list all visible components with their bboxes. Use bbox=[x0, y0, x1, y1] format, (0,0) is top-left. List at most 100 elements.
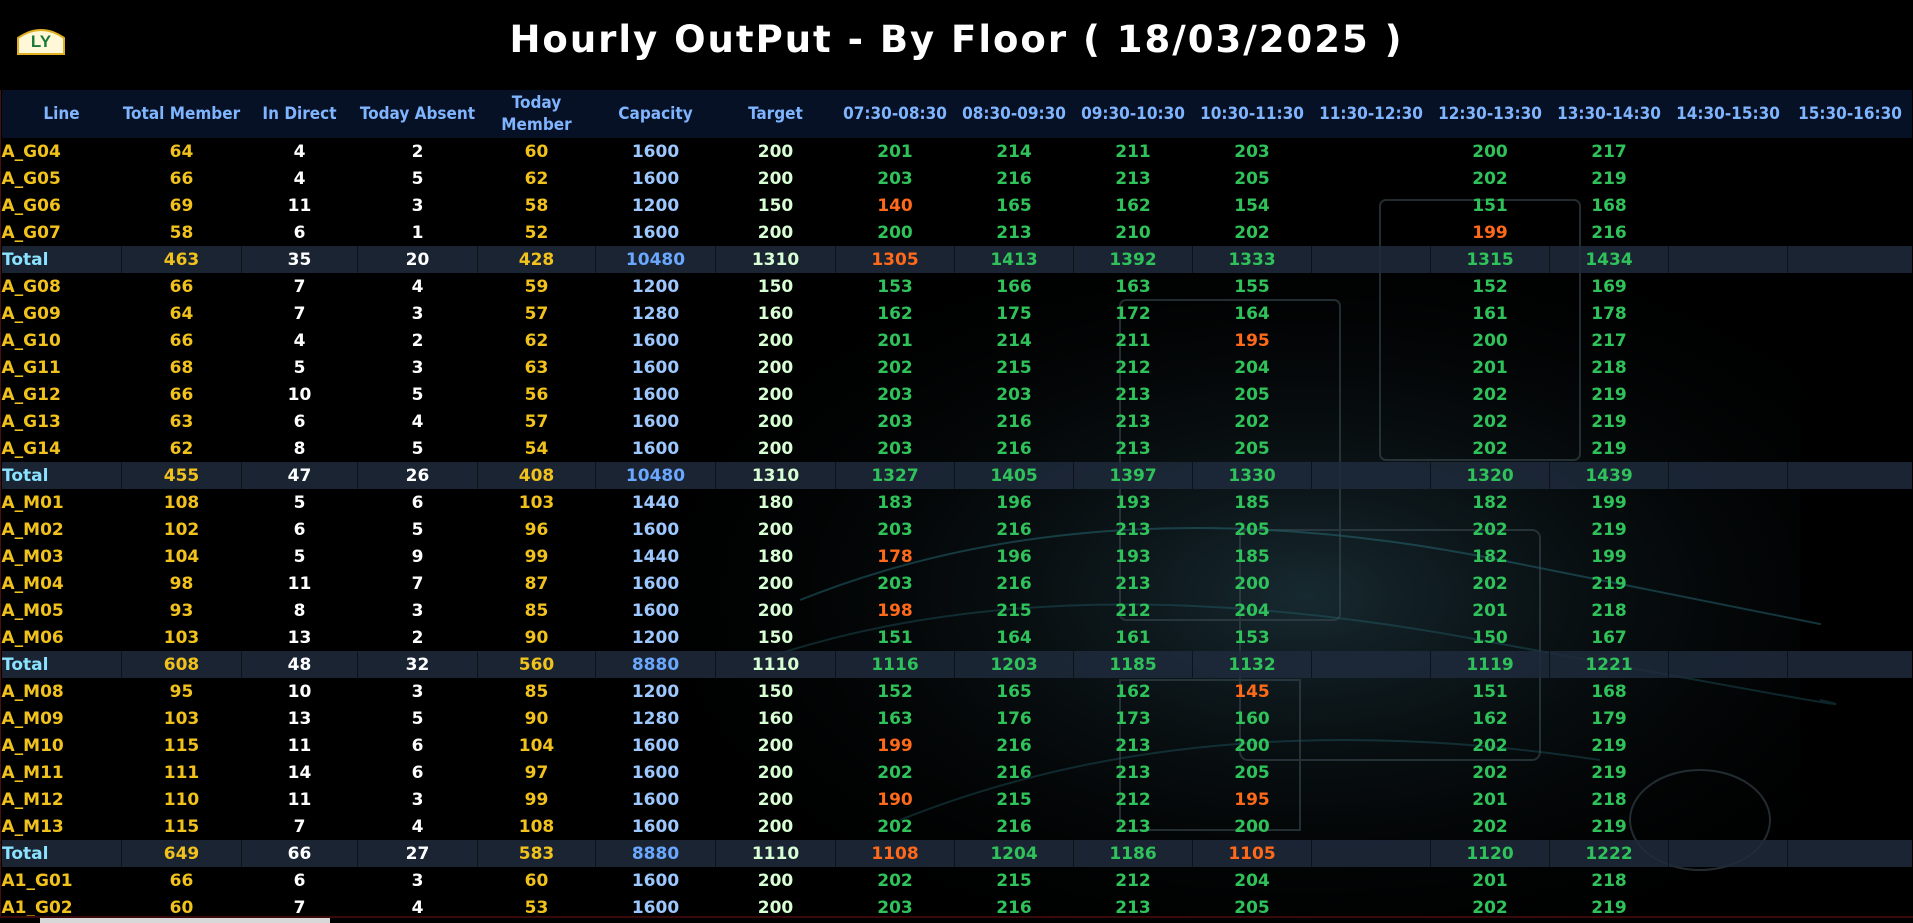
hourly-output-cell: 216 bbox=[1591, 222, 1627, 243]
line-cell: A_G07 bbox=[1, 222, 61, 243]
absent-cell: 5 bbox=[411, 384, 424, 405]
table-row: A_M02 102 6 5 96 1600 200 203 216 213 205 202 219 bbox=[2, 516, 1913, 543]
hourly-output-cell bbox=[1312, 732, 1431, 759]
hourly-output-cell bbox=[1669, 705, 1788, 732]
target-cell: 200 bbox=[757, 330, 794, 351]
hourly-output-cell: 182 bbox=[1472, 492, 1508, 513]
hourly-output-cell bbox=[1788, 597, 1913, 624]
hourly-output-cell: 163 bbox=[1115, 276, 1151, 297]
absent-cell: 5 bbox=[411, 168, 424, 189]
indirect-cell: 4 bbox=[293, 330, 306, 351]
total-member-cell: 463 bbox=[121, 246, 242, 273]
table-row: A_G07 58 6 1 52 1600 200 200 213 210 202 199 216 bbox=[2, 219, 1913, 246]
hourly-output-cell: 175 bbox=[996, 303, 1032, 324]
absent-cell: 3 bbox=[411, 870, 424, 891]
column-header: 11:30-12:30 bbox=[1311, 90, 1431, 138]
hourly-output-cell: 1330 bbox=[1192, 462, 1312, 489]
hourly-output-cell bbox=[1788, 300, 1913, 327]
horizontal-scrollbar-thumb[interactable] bbox=[40, 918, 330, 923]
hourly-output-cell bbox=[1312, 354, 1431, 381]
absent-cell: 4 bbox=[411, 411, 424, 432]
hourly-output-cell: 1405 bbox=[954, 462, 1074, 489]
total-row: Total 649 66 27 583 8880 1110 1108 1204 1186 1105 1… bbox=[1, 840, 1912, 867]
hourly-output-cell bbox=[1669, 786, 1788, 813]
today-member-cell: 90 bbox=[524, 627, 549, 648]
today-member-cell: 56 bbox=[524, 384, 549, 405]
hourly-output-cell: 202 bbox=[877, 816, 913, 837]
hourly-output-cell: 213 bbox=[1115, 816, 1151, 837]
column-header: 09:30-10:30 bbox=[1073, 90, 1193, 138]
hourly-output-cell bbox=[1668, 246, 1788, 273]
column-header: Capacity bbox=[595, 90, 716, 138]
total-member-cell: 111 bbox=[163, 762, 200, 783]
indirect-cell: 7 bbox=[293, 303, 306, 324]
absent-cell: 3 bbox=[411, 600, 424, 621]
target-cell: 1110 bbox=[715, 840, 836, 867]
today-member-cell: 60 bbox=[524, 141, 549, 162]
hourly-output-cell bbox=[1311, 246, 1431, 273]
capacity-cell: 1600 bbox=[631, 438, 680, 459]
hourly-output-cell: 152 bbox=[1472, 276, 1508, 297]
column-header: 08:30-09:30 bbox=[954, 90, 1074, 138]
today-member-cell: 87 bbox=[524, 573, 549, 594]
total-member-cell: 115 bbox=[163, 816, 200, 837]
hourly-output-cell: 202 bbox=[877, 357, 913, 378]
hourly-output-cell: 201 bbox=[1472, 600, 1508, 621]
hourly-output-cell: 1204 bbox=[954, 840, 1074, 867]
today-member-cell: 103 bbox=[518, 492, 555, 513]
hourly-output-cell: 213 bbox=[1115, 168, 1151, 189]
line-cell: A_G04 bbox=[1, 141, 61, 162]
hourly-output-cell: 201 bbox=[1472, 789, 1508, 810]
hourly-output-cell: 1119 bbox=[1430, 651, 1550, 678]
hourly-output-cell bbox=[1669, 759, 1788, 786]
total-member-cell: 95 bbox=[169, 681, 194, 702]
hourly-output-cell bbox=[1312, 867, 1431, 894]
hourly-output-cell bbox=[1669, 381, 1788, 408]
absent-cell: 1 bbox=[411, 222, 424, 243]
hourly-output-cell bbox=[1312, 219, 1431, 246]
capacity-cell: 1600 bbox=[631, 600, 680, 621]
line-cell: A_M03 bbox=[1, 546, 64, 567]
column-header: 07:30-08:30 bbox=[835, 90, 955, 138]
total-member-cell: 104 bbox=[163, 546, 200, 567]
hourly-output-cell: 1116 bbox=[835, 651, 955, 678]
hourly-output-cell: 202 bbox=[1472, 762, 1508, 783]
hourly-output-cell: 213 bbox=[1115, 897, 1151, 917]
absent-cell: 3 bbox=[411, 195, 424, 216]
indirect-cell: 13 bbox=[287, 708, 312, 729]
absent-cell: 32 bbox=[357, 651, 478, 678]
indirect-cell: 5 bbox=[293, 546, 306, 567]
hourly-output-cell bbox=[1669, 165, 1788, 192]
absent-cell: 20 bbox=[357, 246, 478, 273]
indirect-cell: 6 bbox=[293, 870, 306, 891]
today-member-cell: 108 bbox=[518, 816, 555, 837]
absent-cell: 3 bbox=[411, 789, 424, 810]
hourly-output-cell: 218 bbox=[1591, 357, 1627, 378]
hourly-output-cell bbox=[1788, 624, 1913, 651]
capacity-cell: 1600 bbox=[631, 816, 680, 837]
line-cell: A_G13 bbox=[1, 411, 61, 432]
line-cell: A_G09 bbox=[1, 303, 61, 324]
hourly-output-cell bbox=[1669, 894, 1788, 916]
table-row: A1_G02 60 7 4 53 1600 200 203 216 213 205 202 219 bbox=[2, 894, 1913, 917]
hourly-output-cell bbox=[1669, 300, 1788, 327]
total-member-cell: 66 bbox=[169, 384, 194, 405]
hourly-output-cell bbox=[1788, 813, 1913, 840]
target-cell: 150 bbox=[757, 195, 794, 216]
hourly-output-cell bbox=[1788, 489, 1913, 516]
hourly-output-cell: 205 bbox=[1234, 384, 1270, 405]
table-row: A_G06 69 11 3 58 1200 150 140 165 162 154 151 168 bbox=[2, 192, 1913, 219]
hourly-output-cell bbox=[1312, 408, 1431, 435]
table-row: A_M08 95 10 3 85 1200 150 152 165 162 145 151 168 bbox=[2, 678, 1913, 705]
hourly-output-cell: 1397 bbox=[1073, 462, 1193, 489]
capacity-cell: 1600 bbox=[631, 411, 680, 432]
hourly-output-cell: 211 bbox=[1115, 330, 1151, 351]
today-member-cell: 52 bbox=[524, 222, 549, 243]
hourly-output-cell: 219 bbox=[1591, 735, 1627, 756]
line-cell: Total bbox=[1, 246, 122, 273]
target-cell: 160 bbox=[757, 708, 794, 729]
table-row: A_M01 108 5 6 103 1440 180 183 196 193 185 182 199 bbox=[2, 489, 1913, 516]
hourly-output-cell: 213 bbox=[1115, 735, 1151, 756]
hourly-output-cell bbox=[1669, 813, 1788, 840]
hourly-output-cell: 211 bbox=[1115, 141, 1151, 162]
